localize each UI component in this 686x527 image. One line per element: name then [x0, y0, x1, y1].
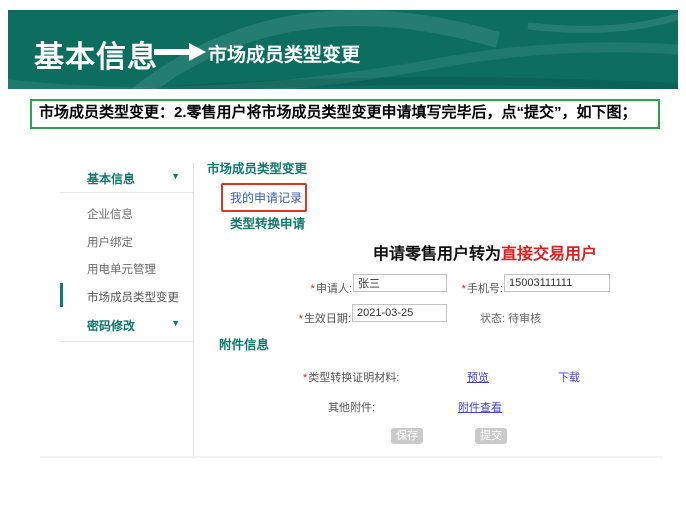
form-title-prefix: 申请零售用户转为 [373, 246, 501, 263]
banner-title: 基本信息 [34, 32, 158, 76]
tab-my-application-records[interactable]: 我的申请记录 [230, 189, 302, 206]
material-label-text: 类型转换证明材料: [308, 372, 399, 384]
chevron-down-icon: ▼ [171, 318, 180, 328]
save-button[interactable]: 保存 [391, 428, 423, 444]
applicant-label-text: 申请人: [316, 283, 352, 295]
required-asterisk: * [311, 283, 315, 295]
required-asterisk: * [303, 372, 307, 384]
sidebar-group-basic-info[interactable]: 基本信息 ▼ [60, 168, 193, 190]
instruction-note: 市场成员类型变更：2.零售用户将市场成员类型变更申请填写完毕后，点“提交”，如下… [30, 99, 660, 129]
download-link[interactable]: 下载 [558, 369, 580, 385]
material-label: *类型转换证明材料: [303, 369, 383, 385]
banner-subtitle: 市场成员类型变更 [208, 40, 360, 67]
sidebar-group-label: 密码修改 [87, 317, 135, 334]
status-value: 待审核 [508, 313, 541, 325]
attachments-section-title: 附件信息 [219, 334, 269, 353]
tab-type-conversion-apply[interactable]: 类型转换申请 [230, 213, 305, 232]
header-banner: 基本信息 市场成员类型变更 [8, 10, 678, 89]
phone-label-text: 手机号: [467, 283, 503, 295]
sidebar-group-password[interactable]: 密码修改 ▼ [60, 315, 193, 337]
form-title-highlight: 直接交易用户 [501, 246, 597, 263]
sidebar-item-company-info[interactable]: 企业信息 [87, 206, 133, 222]
screenshot-bottom-divider [40, 456, 662, 458]
effective-date-label-text: 生效日期: [304, 313, 351, 325]
sidebar: 基本信息 ▼ 企业信息 用户绑定 用电单元管理 市场成员类型变更 密码修改 ▼ [60, 163, 194, 459]
arrow-right-icon [154, 43, 206, 66]
applicant-label: *申请人: [296, 280, 352, 296]
sidebar-item-member-type-change[interactable]: 市场成员类型变更 [87, 289, 179, 305]
page-title: 市场成员类型变更 [207, 158, 307, 177]
other-attachments-label: 其他附件: [328, 399, 383, 415]
sidebar-item-user-binding[interactable]: 用户绑定 [87, 234, 133, 250]
chevron-down-icon: ▼ [171, 171, 180, 181]
status-text: 状态: 待审核 [480, 310, 541, 326]
sidebar-item-power-unit-mgmt[interactable]: 用电单元管理 [87, 261, 156, 277]
required-asterisk: * [299, 313, 303, 325]
form-title: 申请零售用户转为直接交易用户 [373, 240, 597, 264]
effective-date-input[interactable] [352, 304, 447, 322]
phone-input[interactable] [504, 274, 610, 292]
sidebar-divider [60, 341, 193, 342]
sidebar-selected-indicator [60, 283, 63, 307]
sidebar-group-label: 基本信息 [87, 170, 135, 187]
required-asterisk: * [462, 283, 466, 295]
effective-date-label: *生效日期: [288, 310, 351, 326]
submit-button[interactable]: 提交 [475, 428, 507, 444]
preview-link[interactable]: 预览 [467, 369, 489, 385]
attachment-view-link[interactable]: 附件查看 [458, 399, 502, 415]
status-label: 状态: [480, 313, 505, 325]
applicant-input[interactable] [353, 274, 447, 292]
phone-label: *手机号: [460, 280, 503, 296]
slide: 基本信息 市场成员类型变更 市场成员类型变更：2.零售用户将市场成员类型变更申请… [0, 0, 686, 527]
sidebar-divider [60, 192, 193, 193]
